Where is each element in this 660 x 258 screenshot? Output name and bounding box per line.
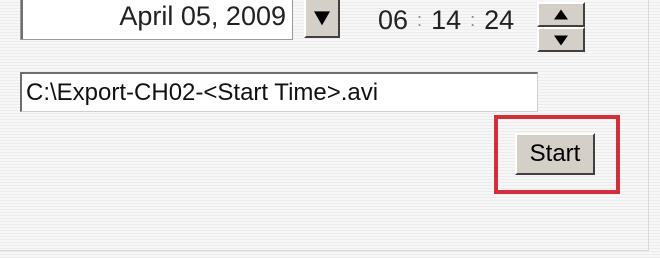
date-value: April 05, 2009 bbox=[119, 1, 286, 31]
time-hours[interactable]: 06 bbox=[378, 2, 408, 38]
time-spin-down-button[interactable] bbox=[537, 27, 585, 52]
time-field[interactable]: 06:14:24 bbox=[378, 2, 514, 38]
time-separator: : bbox=[470, 9, 476, 30]
triangle-down-icon bbox=[554, 35, 568, 45]
triangle-up-icon bbox=[554, 9, 568, 19]
date-field[interactable]: April 05, 2009 bbox=[20, 0, 293, 40]
export-panel: April 05, 2009 06:14:24 Start bbox=[0, 0, 649, 251]
time-spin-up-button[interactable] bbox=[537, 2, 585, 27]
start-button[interactable]: Start bbox=[515, 133, 595, 175]
time-minutes[interactable]: 14 bbox=[431, 2, 461, 38]
time-separator: : bbox=[417, 9, 423, 30]
date-dropdown-button[interactable] bbox=[304, 0, 340, 38]
time-spin-control bbox=[537, 2, 585, 52]
export-path-input[interactable] bbox=[20, 72, 538, 112]
time-seconds[interactable]: 24 bbox=[484, 2, 514, 38]
triangle-down-icon bbox=[314, 11, 330, 26]
date-field-border bbox=[21, 0, 23, 39]
